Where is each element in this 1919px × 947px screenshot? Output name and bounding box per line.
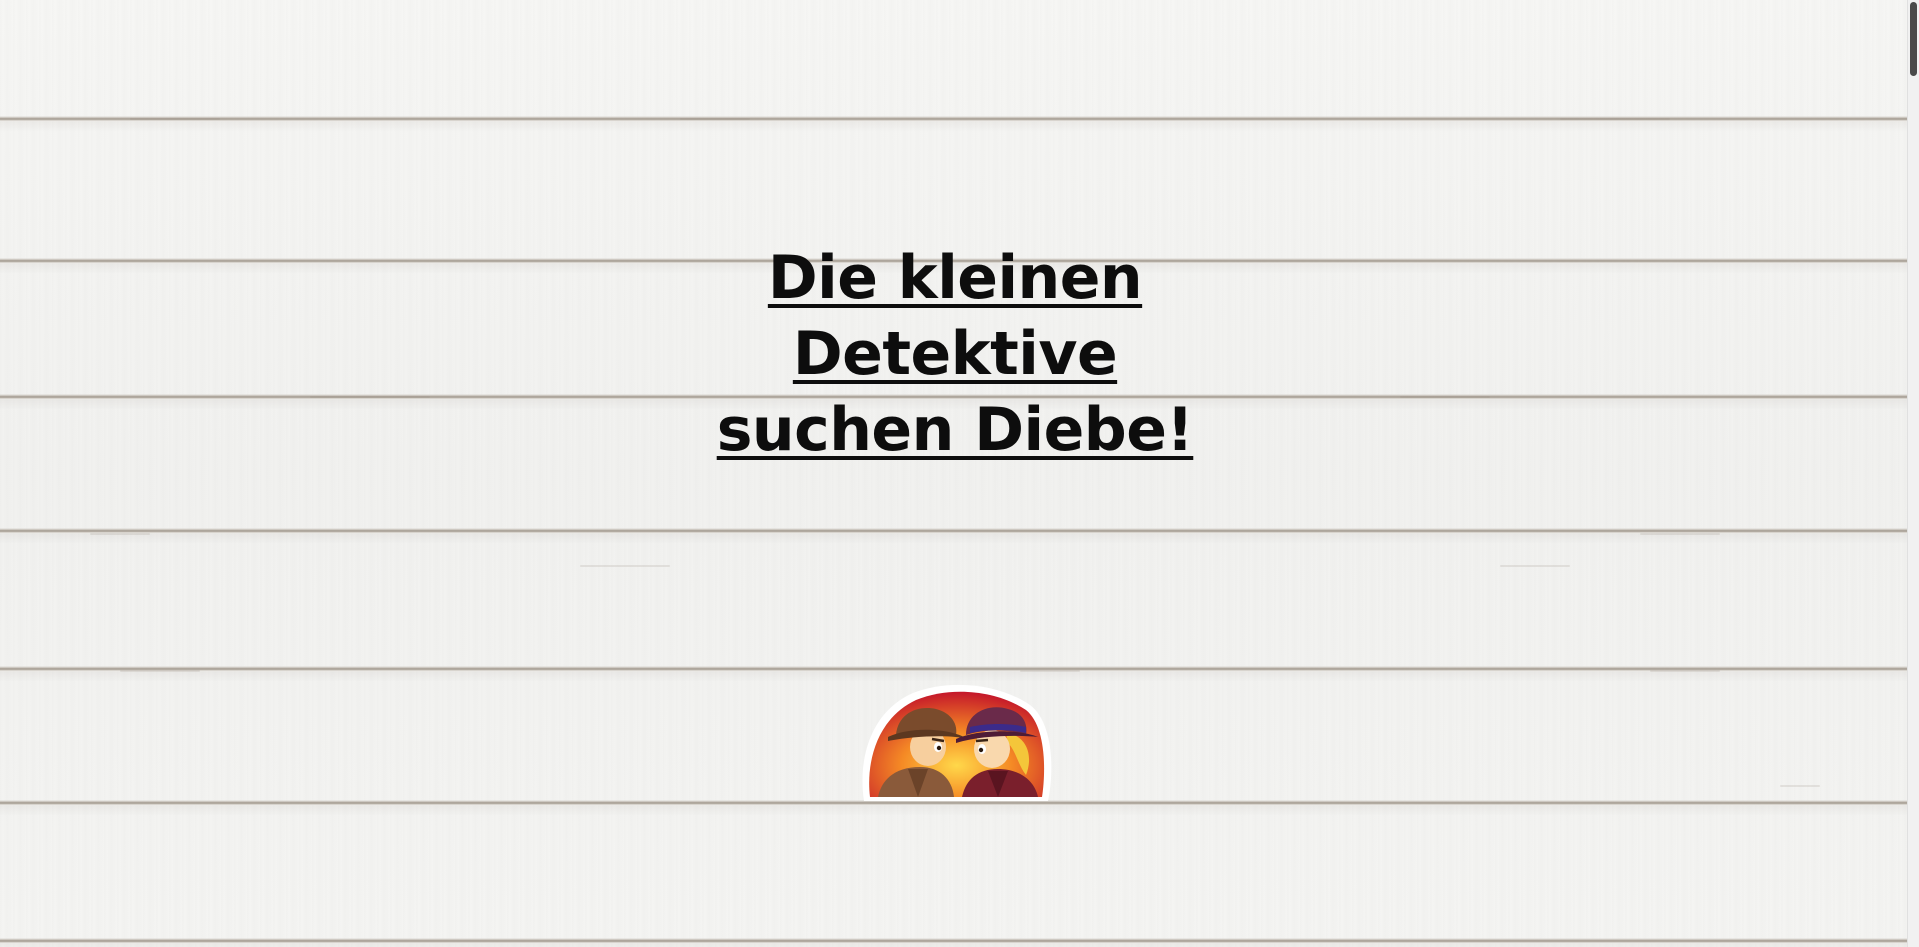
page-title: Die kleinen Detektive suchen Diebe! [600,240,1310,468]
wood-grain [1640,533,1720,535]
wood-grain [1020,670,1080,672]
wood-grain [1650,670,1720,672]
vertical-scrollbar[interactable] [1907,0,1919,947]
wood-grain [680,118,750,120]
wood-grain [1560,118,1670,120]
page-title-line-1: Die kleinen [767,243,1143,313]
scrollbar-thumb[interactable] [1910,2,1917,76]
plank-seam [0,528,1908,544]
two-detectives-logo-icon [862,684,1052,801]
plank-seam [0,938,1908,947]
wood-grain [130,118,220,120]
wood-grain [580,565,670,567]
wood-grain [1780,785,1820,787]
page-title-line-3: suchen Diebe! [716,395,1194,465]
plank-seam [0,666,1908,682]
wood-plank-background [0,0,1908,947]
wood-grain [120,670,200,672]
wood-grain [310,396,430,398]
wood-grain [90,533,150,535]
page-title-line-2: Detektive [792,319,1118,389]
wood-grain [1400,396,1490,398]
wood-grain [1500,565,1570,567]
